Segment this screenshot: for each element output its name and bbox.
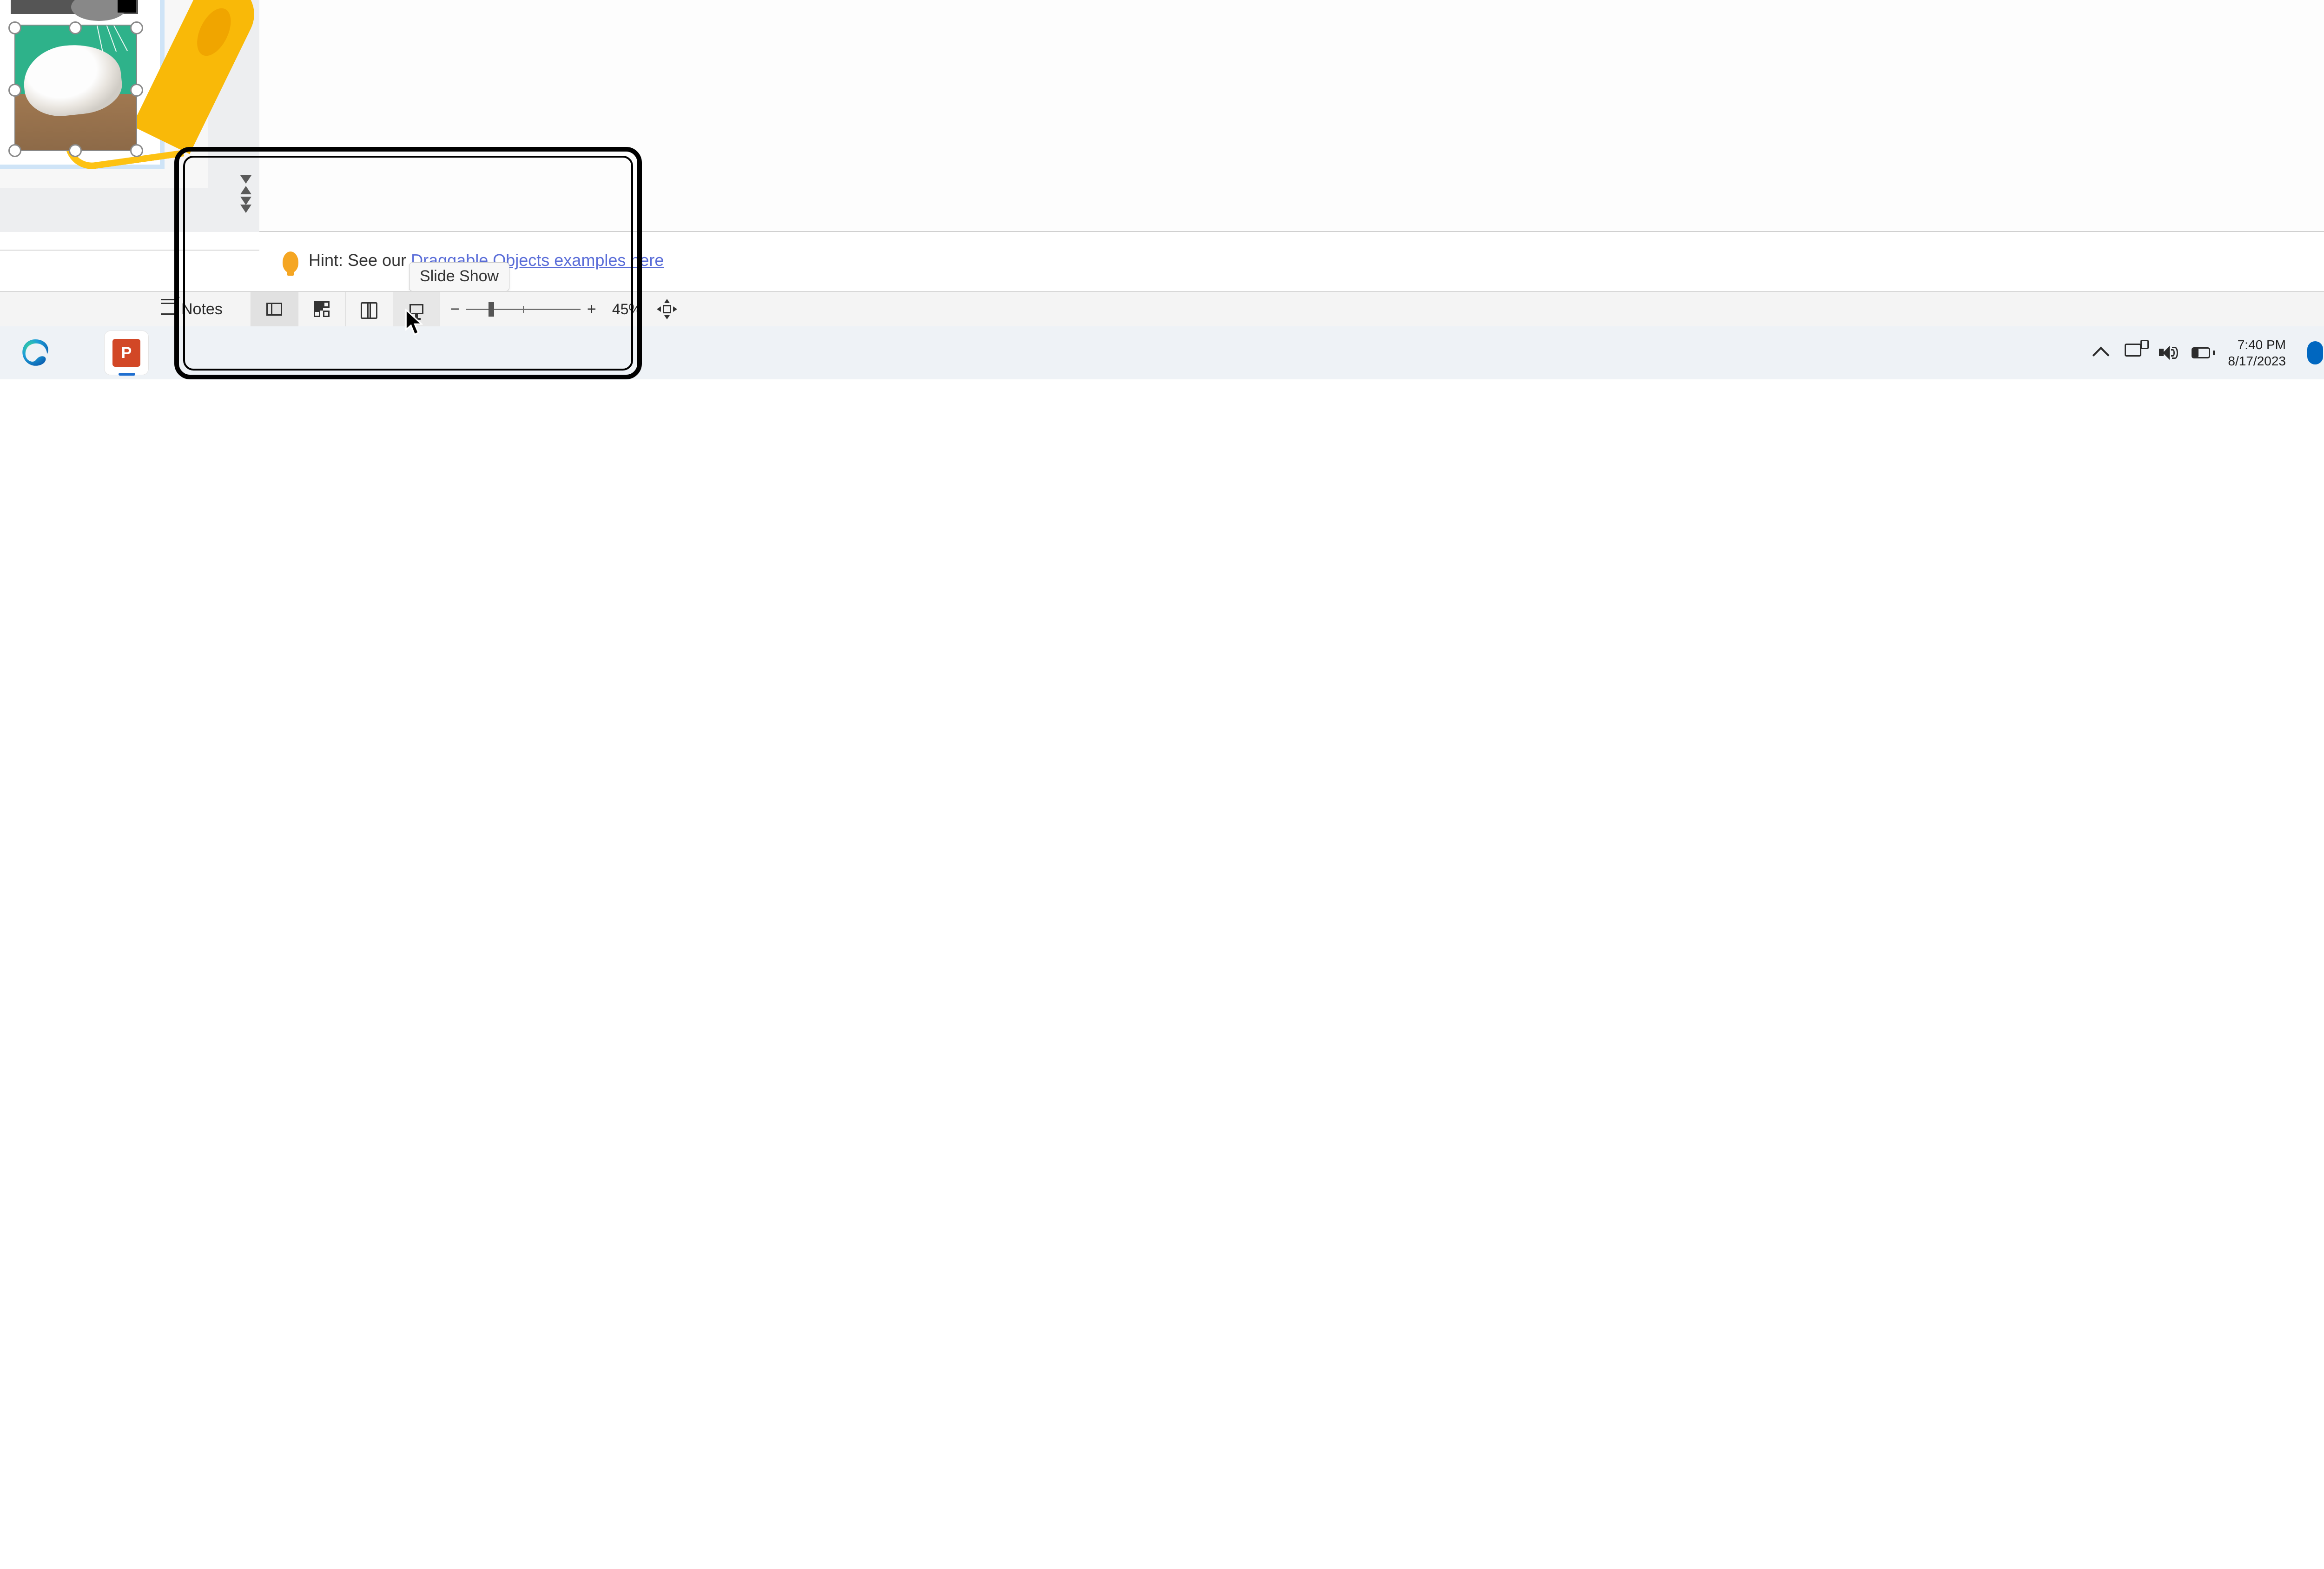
taskbar-running-indicator	[119, 373, 135, 376]
lightbulb-icon	[283, 252, 298, 273]
scroll-up-icon[interactable]	[240, 186, 251, 194]
network-tray-button[interactable]	[2125, 344, 2145, 362]
slide-canvas	[0, 0, 160, 165]
reading-view-icon	[361, 302, 377, 316]
edge-icon	[20, 338, 51, 368]
panel-separator	[0, 250, 259, 251]
network-icon	[2125, 344, 2141, 357]
selection-handle-bm[interactable]	[69, 144, 82, 157]
selection-handle-tr[interactable]	[130, 21, 143, 34]
windows-taskbar: P 7:40 PM 8/17/2023	[0, 326, 2324, 379]
status-bar: Notes − + 45%	[0, 291, 2324, 326]
thumbnail-scroll-controls	[237, 173, 255, 231]
selection-handle-bl[interactable]	[8, 144, 21, 157]
selection-handle-tl[interactable]	[8, 21, 21, 34]
normal-view-icon	[266, 303, 282, 316]
notes-label: Notes	[181, 300, 223, 318]
zoom-slider-thumb[interactable]	[489, 302, 494, 317]
battery-icon	[2192, 347, 2210, 358]
notes-pane[interactable]	[259, 0, 2324, 232]
selection-handle-ml[interactable]	[8, 84, 21, 97]
clock-date: 8/17/2023	[2228, 353, 2286, 369]
selection-handle-mr[interactable]	[130, 84, 143, 97]
zoom-control: − + 45%	[444, 300, 676, 318]
tooltip-slide-show: Slide Show	[409, 262, 509, 291]
reading-view-button[interactable]	[345, 292, 393, 326]
hint-prefix: Hint: See our	[309, 251, 411, 270]
slide-sorter-view-button[interactable]	[298, 292, 345, 326]
selection-handle-tm[interactable]	[69, 21, 82, 34]
zoom-slider-midpoint	[523, 306, 524, 313]
notification-center-button[interactable]	[2307, 341, 2323, 364]
scroll-double-down-icon[interactable]	[240, 197, 251, 205]
zoom-slider-track[interactable]	[466, 309, 581, 310]
taskbar-app-powerpoint[interactable]: P	[104, 331, 149, 375]
view-buttons-group	[251, 292, 440, 326]
system-tray: 7:40 PM 8/17/2023	[2095, 326, 2324, 379]
selection-handle-br[interactable]	[130, 144, 143, 157]
fit-to-window-icon	[663, 305, 671, 313]
zoom-value[interactable]: 45%	[612, 301, 642, 318]
clock-time: 7:40 PM	[2228, 337, 2286, 353]
hint-bar: Hint: See our Draggable Objects examples…	[259, 232, 2324, 291]
selected-image-cat-paw[interactable]	[14, 25, 137, 151]
tray-overflow-chevron-icon[interactable]	[2093, 347, 2110, 364]
battery-tray-button[interactable]	[2192, 344, 2212, 362]
slide-thumbnail-selected[interactable]	[0, 0, 165, 169]
zoom-out-button[interactable]: −	[444, 300, 466, 318]
slide-show-icon	[409, 304, 423, 314]
volume-tray-button[interactable]	[2158, 344, 2179, 362]
taskbar-clock[interactable]: 7:40 PM 8/17/2023	[2228, 337, 2286, 369]
zoom-in-button[interactable]: +	[581, 300, 603, 318]
scroll-down-icon[interactable]	[240, 175, 251, 184]
fit-to-window-button[interactable]	[658, 300, 676, 318]
slide-show-button[interactable]	[393, 292, 440, 326]
taskbar-app-edge[interactable]	[13, 331, 58, 375]
image-cat-top-fragment	[11, 0, 138, 14]
powerpoint-icon: P	[112, 339, 140, 367]
notes-button[interactable]: Notes	[161, 300, 223, 318]
slide-sorter-icon	[314, 301, 330, 317]
normal-view-button[interactable]	[251, 292, 298, 326]
notes-icon	[161, 304, 175, 315]
scroll-double-down-icon-2[interactable]	[240, 205, 251, 213]
